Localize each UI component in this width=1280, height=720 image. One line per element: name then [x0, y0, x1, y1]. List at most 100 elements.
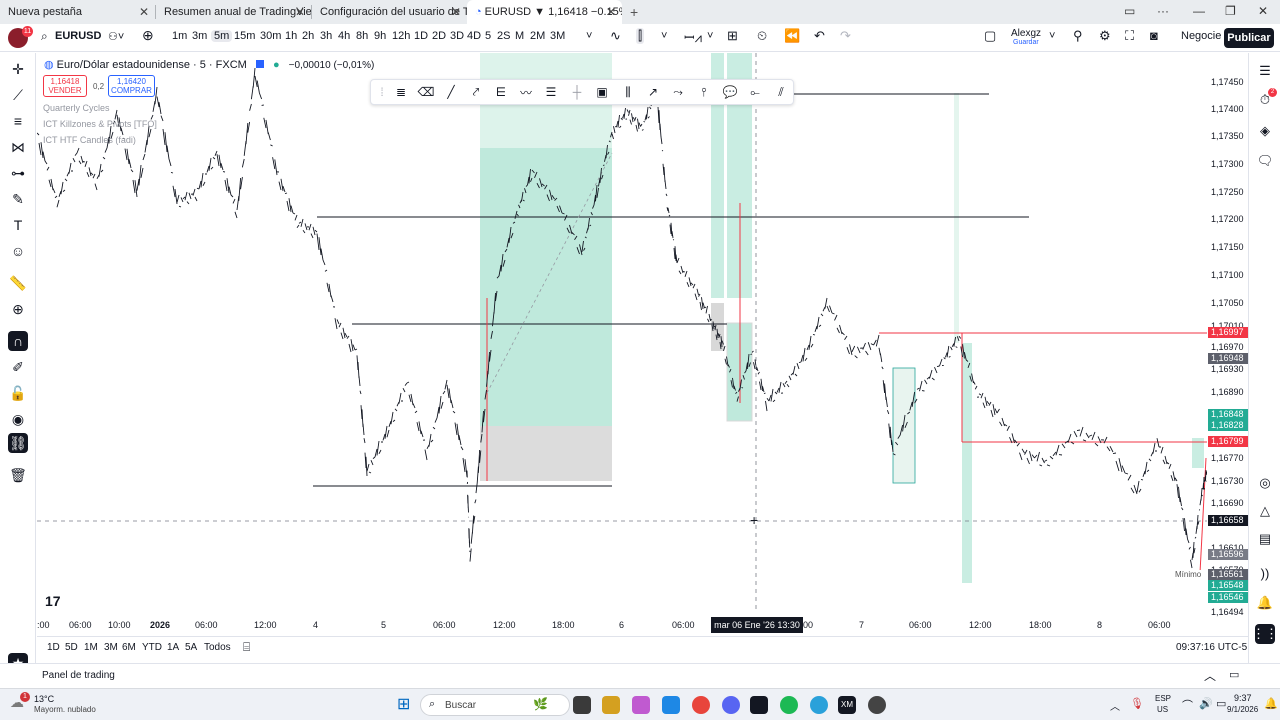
layout-icon[interactable]: ⊞: [727, 28, 738, 44]
range-1a[interactable]: 1A: [167, 642, 179, 653]
browser-tab[interactable]: Nueva pestaña ✕: [0, 0, 155, 24]
emoji-icon[interactable]: ☺: [8, 241, 28, 261]
compare-icon[interactable]: ⚇˅: [108, 30, 124, 43]
ray-icon[interactable]: ↗: [645, 84, 661, 100]
new-tab-button[interactable]: +: [630, 4, 638, 20]
indicator-label[interactable]: ICT Killzones & Pivots [TFO]: [43, 119, 157, 129]
taskbar-time[interactable]: 9:37: [1234, 693, 1252, 703]
tf-30m[interactable]: 30m: [260, 30, 281, 42]
eraser-icon[interactable]: ⌫: [418, 84, 435, 100]
chrome-icon[interactable]: [692, 696, 710, 714]
tf-2s[interactable]: 2S: [497, 30, 510, 42]
replay-icon[interactable]: ⏪: [784, 28, 800, 44]
chevron-down-icon[interactable]: ˅: [1049, 30, 1055, 42]
file-explorer-icon[interactable]: [573, 696, 591, 714]
trash-icon[interactable]: 🗑: [8, 465, 28, 485]
close-icon[interactable]: ✕: [451, 5, 461, 19]
pattern-icon[interactable]: ⋈: [8, 137, 28, 157]
tf-12h[interactable]: 12h: [392, 30, 410, 42]
close-icon[interactable]: ✕: [139, 5, 149, 19]
tf-2h[interactable]: 2h: [302, 30, 314, 42]
range-all[interactable]: Todos: [204, 642, 231, 653]
weather-temp[interactable]: 13°C: [34, 694, 54, 704]
range-5a[interactable]: 5A: [185, 642, 197, 653]
tf-4d[interactable]: 4D: [467, 30, 481, 42]
range-1d[interactable]: 1D: [47, 642, 60, 653]
close-window-icon[interactable]: ✕: [1258, 4, 1268, 18]
brush-icon[interactable]: ✎: [8, 189, 28, 209]
line-icon[interactable]: ╱: [443, 84, 459, 100]
notification-bell-icon[interactable]: 🔔: [1264, 697, 1278, 710]
tf-2d[interactable]: 2D: [432, 30, 446, 42]
range-3m[interactable]: 3M: [104, 642, 118, 653]
forecast-icon[interactable]: ⊶: [8, 163, 28, 183]
maximize-panel-icon[interactable]: ▭: [1229, 668, 1239, 681]
undo-icon[interactable]: ↶: [814, 28, 825, 44]
indicators-icon[interactable]: ꟷ⩘: [684, 28, 702, 46]
legend-title[interactable]: Euro/Dólar estadounidense · 5 · FXCM: [57, 59, 247, 71]
trade-button[interactable]: Negocie: [1181, 30, 1221, 42]
camera-icon[interactable]: ◙: [1150, 28, 1158, 43]
line-chart-icon[interactable]: ∿: [610, 28, 621, 44]
long-position-icon[interactable]: ⫼: [620, 84, 636, 100]
gear-icon[interactable]: ⚙: [1099, 28, 1111, 44]
layers-icon[interactable]: ◈: [1255, 121, 1275, 141]
tf-1m[interactable]: 1m: [172, 30, 187, 42]
fullscreen-box-icon[interactable]: ▢: [984, 28, 996, 44]
indicator-label[interactable]: ICT HTF Candles (fadi): [43, 135, 136, 145]
lines-icon[interactable]: ≣: [393, 84, 409, 100]
taskbar-date[interactable]: 9/1/2026: [1227, 705, 1258, 714]
zoom-icon[interactable]: ⊕: [8, 299, 28, 319]
mic-icon[interactable]: 🎙: [1130, 697, 1144, 710]
tf-1h[interactable]: 1h: [285, 30, 297, 42]
search-icon[interactable]: ⌕: [41, 29, 48, 44]
taskbar-search[interactable]: ⌕ Buscar 🌿: [420, 694, 570, 716]
tf-m[interactable]: M: [515, 30, 524, 42]
link-icon[interactable]: ⛓: [8, 433, 28, 453]
lock-icon[interactable]: 🔓: [8, 383, 28, 403]
search-icon[interactable]: ⚲: [1073, 28, 1083, 44]
tf-3m[interactable]: 3m: [192, 30, 207, 42]
tradingview-app-icon[interactable]: [750, 696, 768, 714]
tf-5m[interactable]: 5m: [211, 30, 233, 42]
browser-tab-active[interactable]: ◔ EURUSD ▼ 1,16418 −0.15% / ✕: [467, 0, 622, 24]
fib-channel-icon[interactable]: ☰: [543, 84, 559, 100]
discord-icon[interactable]: [722, 696, 740, 714]
tf-1d[interactable]: 1D: [414, 30, 428, 42]
channel-icon[interactable]: ⋿: [493, 84, 509, 100]
user-name[interactable]: Alexgz: [1011, 28, 1041, 39]
wifi-icon[interactable]: ⌒: [1182, 697, 1193, 713]
battery-icon[interactable]: ▭: [1216, 697, 1226, 710]
tray-chevron-icon[interactable]: ︿: [1110, 698, 1120, 713]
notifications-icon[interactable]: 🔔: [1255, 593, 1275, 613]
extended-line-icon[interactable]: ⫽: [773, 84, 789, 100]
spotify-icon[interactable]: [780, 696, 798, 714]
tf-4h[interactable]: 4h: [338, 30, 350, 42]
tf-9h[interactable]: 9h: [374, 30, 386, 42]
browser-tab[interactable]: Resumen anual de TradingView: ✕: [156, 0, 311, 24]
watchlist-icon[interactable]: ☰: [1255, 61, 1275, 81]
indicator-label[interactable]: Quarterly Cycles: [43, 103, 110, 113]
range-6m[interactable]: 6M: [122, 642, 136, 653]
apps-grid-icon[interactable]: ⋮⋮: [1252, 624, 1278, 644]
path-icon[interactable]: ⤤: [468, 84, 484, 100]
vertical-line-icon[interactable]: ⫯: [696, 84, 712, 100]
trading-panel-label[interactable]: Panel de trading: [42, 670, 115, 681]
language-label[interactable]: ESP: [1155, 694, 1171, 703]
folder-icon[interactable]: [602, 696, 620, 714]
close-icon[interactable]: ✕: [295, 5, 305, 19]
chevron-up-icon[interactable]: ︿: [1204, 667, 1216, 684]
range-5d[interactable]: 5D: [65, 642, 78, 653]
windows-start-icon[interactable]: ⊞: [397, 694, 410, 714]
calendar-range-icon[interactable]: ⌸: [243, 640, 250, 655]
chat-icon[interactable]: 🗨: [1255, 151, 1275, 171]
telegram-icon[interactable]: [662, 696, 680, 714]
add-symbol-icon[interactable]: ⊕: [142, 27, 154, 44]
rectangle-icon[interactable]: ▣: [594, 84, 610, 100]
ideas-icon[interactable]: △: [1255, 501, 1275, 521]
alert-icon[interactable]: ⏲: [757, 28, 767, 44]
text-icon[interactable]: T: [8, 215, 28, 235]
tf-15m[interactable]: 15m: [234, 30, 255, 42]
tf-5[interactable]: 5: [485, 30, 491, 42]
minimize-icon[interactable]: —: [1193, 4, 1205, 18]
